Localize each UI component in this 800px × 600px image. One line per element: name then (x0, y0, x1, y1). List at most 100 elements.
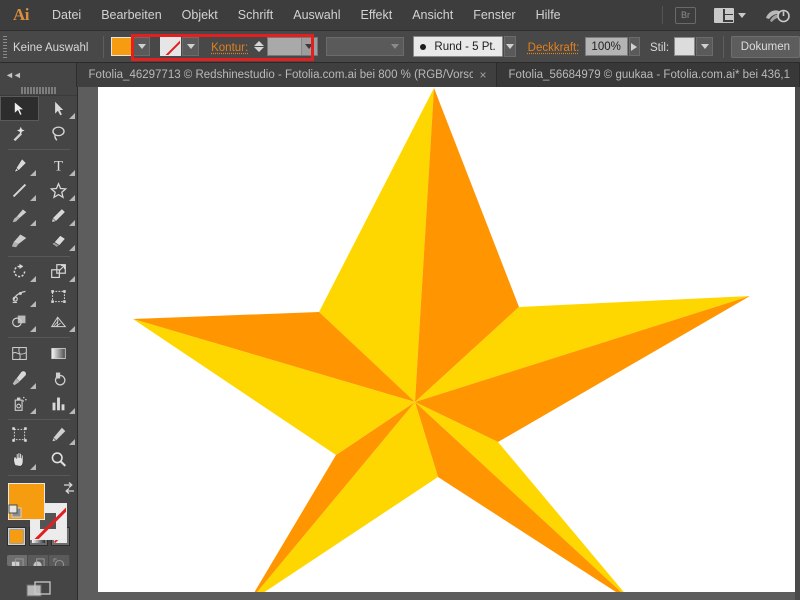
toolbox-divider-5 (7, 475, 70, 476)
control-bar: Keine Auswahl Kontur: Rund - 5 Pt. Deckk… (0, 31, 800, 63)
draw-normal-button[interactable] (7, 555, 28, 566)
workspace-switcher-icon[interactable] (764, 5, 790, 25)
menu-divider (662, 6, 663, 24)
document-tab-2-label: Fotolia_56684979 © guukaa - Fotolia.com.… (508, 69, 790, 81)
canvas-vertical-scrollbar[interactable] (795, 87, 800, 600)
pencil-tool[interactable] (39, 203, 78, 228)
control-bar-grip[interactable] (0, 31, 7, 63)
arrange-documents-icon (714, 7, 734, 23)
scale-tool[interactable] (39, 259, 78, 284)
opacity-label[interactable]: Deckkraft: (528, 42, 580, 54)
zoom-tool[interactable] (39, 447, 78, 472)
mesh-tool[interactable] (0, 341, 39, 366)
rotate-tool[interactable] (0, 259, 39, 284)
color-mode-button[interactable] (7, 527, 26, 547)
symbol-sprayer-tool[interactable] (0, 391, 39, 416)
perspective-grid-tool[interactable] (39, 309, 78, 334)
opacity-input[interactable]: 100% (585, 37, 628, 56)
stroke-color-swatch[interactable] (160, 37, 182, 56)
menu-datei[interactable]: Datei (42, 0, 91, 31)
chevron-down-icon (186, 44, 195, 49)
fill-color-swatch[interactable] (111, 37, 133, 56)
star-shape-tool[interactable] (39, 178, 78, 203)
menu-hilfe[interactable]: Hilfe (526, 0, 571, 31)
fill-color-dropdown[interactable] (133, 37, 151, 56)
shape-builder-tool[interactable] (0, 309, 39, 334)
column-graph-tool[interactable] (39, 391, 78, 416)
menu-bearbeiten[interactable]: Bearbeiten (91, 0, 171, 31)
screen-mode-button[interactable] (26, 580, 52, 600)
paintbrush-tool[interactable] (0, 203, 39, 228)
slice-tool[interactable] (39, 422, 78, 447)
pen-tool[interactable] (0, 153, 39, 178)
menu-auswahl[interactable]: Auswahl (283, 0, 350, 31)
width-warp-tool[interactable] (0, 284, 39, 309)
brush-dot-icon (420, 43, 427, 50)
direct-selection-tool[interactable] (39, 96, 78, 121)
canvas-bottom-edge (78, 592, 800, 600)
drawing-mode-buttons (7, 555, 70, 566)
tool-group-navigation (0, 422, 78, 472)
arrange-documents-button[interactable] (714, 7, 746, 23)
chevron-down-icon (738, 12, 746, 18)
illustrator-window: Ai Datei Bearbeiten Objekt Schrift Auswa… (0, 0, 800, 600)
stroke-profile-combo[interactable] (325, 37, 405, 56)
eyedropper-tool[interactable] (0, 366, 39, 391)
lasso-tool[interactable] (39, 121, 78, 146)
line-segment-tool[interactable] (0, 178, 39, 203)
brush-definition-combo[interactable]: Rund - 5 Pt. (413, 36, 503, 57)
tool-group-painting (0, 341, 78, 416)
eraser-tool[interactable] (39, 228, 78, 253)
fill-stroke-control (7, 481, 74, 540)
type-tool[interactable]: T (39, 153, 78, 178)
menu-schrift[interactable]: Schrift (228, 0, 283, 31)
free-transform-tool[interactable] (39, 284, 78, 309)
stroke-profile-dropdown[interactable] (387, 38, 403, 55)
brush-definition-dropdown[interactable] (503, 36, 516, 57)
artboard-tool[interactable] (0, 422, 39, 447)
toolbox-divider-3 (7, 337, 70, 338)
menu-objekt[interactable]: Objekt (172, 0, 228, 31)
stroke-weight-stepper[interactable] (254, 37, 265, 57)
document-tab-2[interactable]: Fotolia_56684979 © guukaa - Fotolia.com.… (496, 63, 800, 87)
menu-fenster[interactable]: Fenster (463, 0, 525, 31)
toolbox-divider-2 (7, 255, 70, 257)
hand-tool[interactable] (0, 447, 39, 472)
selection-tool[interactable] (0, 95, 39, 121)
document-setup-button[interactable]: Dokumen (730, 35, 800, 58)
bridge-icon[interactable]: Br (675, 6, 696, 24)
document-tab-1[interactable]: Fotolia_46297713 © Redshinestudio - Foto… (76, 63, 497, 87)
stroke-weight-label[interactable]: Kontur: (211, 42, 248, 54)
magic-wand-tool[interactable] (0, 121, 39, 146)
star-artwork[interactable] (98, 87, 795, 592)
graphic-style-dropdown[interactable] (696, 37, 714, 56)
blend-tool[interactable] (39, 366, 78, 391)
draw-behind-button[interactable] (28, 555, 49, 566)
control-divider-2 (723, 35, 724, 58)
opacity-options-button[interactable] (628, 37, 640, 56)
toolbox-divider-4 (7, 418, 70, 420)
tool-flyout-indicator (68, 112, 75, 119)
blob-brush-tool[interactable] (0, 228, 39, 253)
menu-ansicht[interactable]: Ansicht (402, 0, 463, 31)
play-arrow-icon (631, 42, 638, 51)
swap-fill-stroke-icon[interactable] (62, 481, 76, 495)
svg-text:T: T (54, 158, 63, 173)
draw-inside-button[interactable] (49, 555, 70, 566)
toolbox-collapse-header[interactable]: ◄◄ (0, 63, 77, 87)
menu-effekt[interactable]: Effekt (350, 0, 402, 31)
graphic-style-swatch[interactable] (674, 37, 696, 56)
artboard[interactable] (98, 87, 795, 592)
collapse-panel-icon: ◄◄ (5, 70, 22, 80)
stroke-weight-combo[interactable] (267, 37, 318, 56)
default-fill-stroke-icon[interactable] (8, 504, 23, 519)
stroke-weight-dropdown[interactable] (300, 38, 317, 55)
document-tab-bar: ◄◄ Fotolia_46297713 © Redshinestudio - F… (0, 63, 800, 87)
stroke-color-dropdown[interactable] (182, 37, 200, 56)
chevron-down-icon (505, 44, 514, 49)
document-setup-label: Dokumen (740, 40, 790, 53)
canvas-area[interactable] (78, 87, 800, 600)
toolbox-drag-handle[interactable] (0, 87, 77, 96)
document-tab-1-close-icon[interactable]: × (480, 69, 487, 81)
gradient-tool[interactable] (39, 341, 78, 366)
